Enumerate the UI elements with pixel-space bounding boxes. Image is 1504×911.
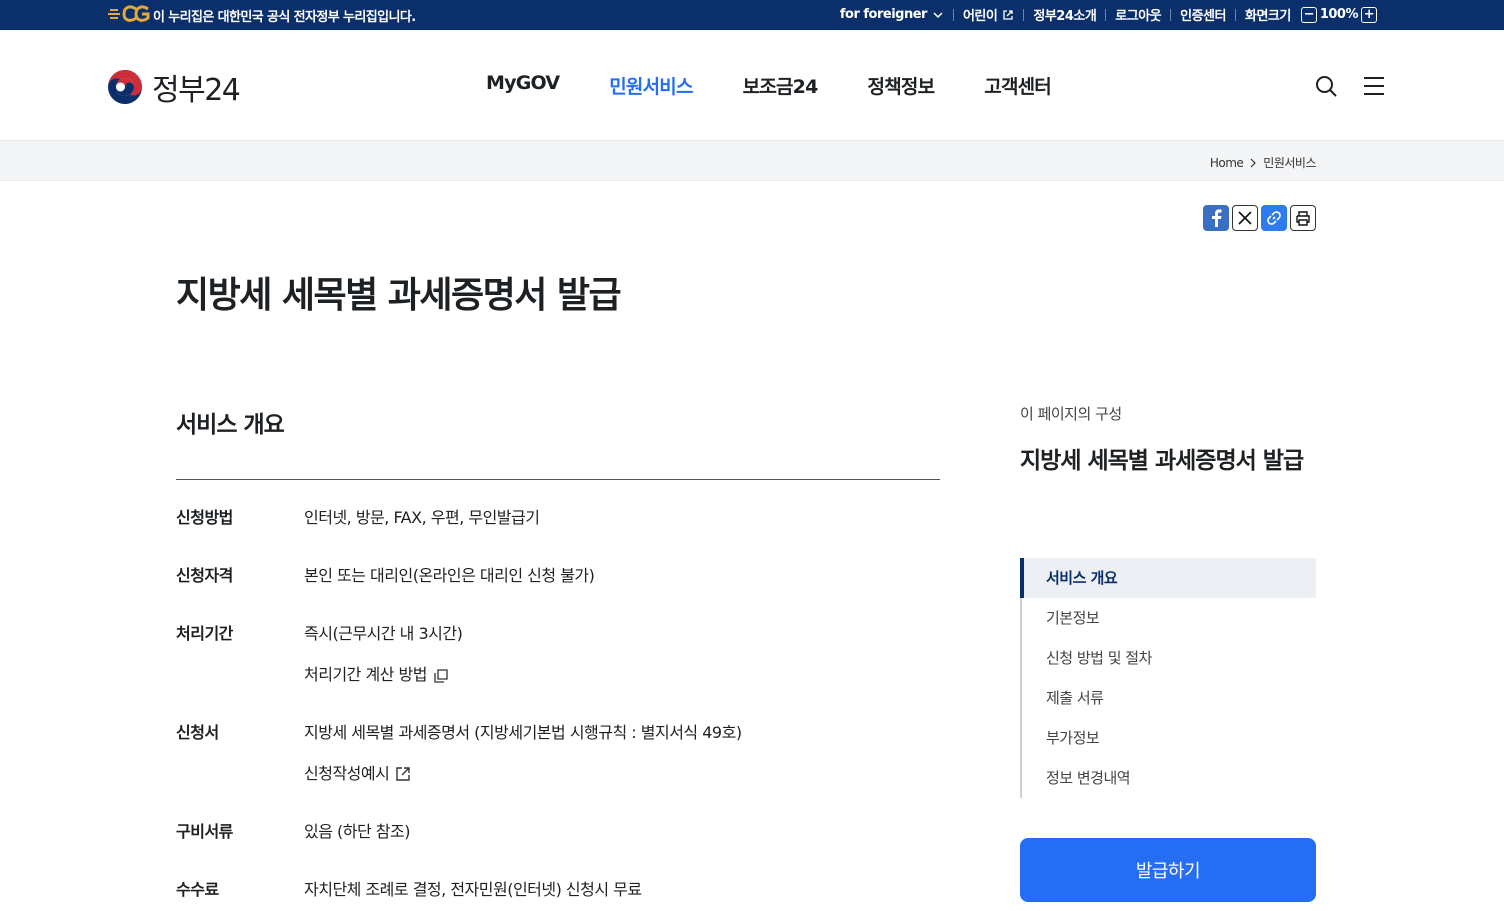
row-value: 자치단체 조례로 결정, 전자민원(인터넷) 신청시 무료 [304, 880, 642, 899]
toc-item-basic-info[interactable]: 기본정보 [1022, 598, 1316, 638]
zoom-control: 화면크기 − 100% + [1236, 5, 1386, 24]
about-link[interactable]: 정부24소개 [1024, 5, 1105, 24]
row-value: 본인 또는 대리인(온라인은 대리인 신청 불가) [304, 566, 595, 585]
copy-link-button[interactable] [1261, 205, 1287, 231]
breadcrumb: Home 민원서비스 [1210, 154, 1317, 171]
nav-civil-services[interactable]: 민원서비스 [609, 72, 693, 99]
page-title: 지방세 세목별 과세증명서 발급 [176, 275, 622, 316]
foreigner-link[interactable]: for foreigner [831, 7, 953, 22]
overview-row: 처리기간 즉시(근무시간 내 3시간) 처리기간 계산 방법 [176, 616, 940, 693]
nav-mygov[interactable]: MyGOV [486, 72, 560, 99]
menu-icon[interactable] [1362, 74, 1386, 98]
copy-popup-icon [434, 669, 448, 683]
row-label: 처리기간 [176, 624, 233, 643]
print-button[interactable] [1290, 205, 1316, 231]
utility-links: for foreigner 어린이 정부24소개 로그아웃 인증센터 화면크기 … [831, 5, 1386, 24]
x-share-button[interactable] [1232, 205, 1258, 231]
cert-center-link[interactable]: 인증센터 [1171, 5, 1235, 24]
nav-customer-center[interactable]: 고객센터 [984, 72, 1052, 99]
share-buttons [1203, 205, 1316, 231]
x-logo-icon [1238, 211, 1252, 225]
zoom-label: 화면크기 [1244, 9, 1291, 24]
site-header: 정부24 MyGOV 민원서비스 보조금24 정책정보 고객센터 [0, 30, 1504, 141]
row-value: 있음 (하단 참조) [304, 822, 410, 841]
overview-row: 구비서류 있음 (하단 참조) [176, 814, 940, 850]
toc-item-additional-info[interactable]: 부가정보 [1022, 718, 1316, 758]
row-value: 지방세 세목별 과세증명서 (지방세기본법 시행규칙 : 별지서식 49호) [304, 723, 742, 742]
toc-item-documents[interactable]: 제출 서류 [1022, 678, 1316, 718]
official-site-notice: 이 누리집은 대한민국 공식 전자정부 누리집입니다. [153, 10, 416, 25]
overview-row: 신청서 지방세 세목별 과세증명서 (지방세기본법 시행규칙 : 별지서식 49… [176, 715, 940, 792]
taegeuk-logo-icon [108, 70, 142, 104]
toc-item-overview[interactable]: 서비스 개요 [1020, 558, 1316, 598]
processing-time-calc-link[interactable]: 처리기간 계산 방법 [304, 657, 940, 693]
toc-title: 지방세 세목별 과세증명서 발급 [1020, 448, 1304, 474]
kids-link[interactable]: 어린이 [954, 5, 1023, 24]
row-label: 신청서 [176, 723, 219, 742]
overview-row: 신청방법 인터넷, 방문, FAX, 우편, 무인발급기 [176, 500, 940, 536]
divider [176, 479, 940, 480]
search-icon[interactable] [1314, 74, 1338, 98]
link-icon [1267, 211, 1281, 225]
row-label: 신청자격 [176, 566, 233, 585]
zoom-out-button[interactable]: − [1300, 6, 1317, 23]
nav-subsidy24[interactable]: 보조금24 [743, 72, 819, 99]
issue-button[interactable]: 발급하기 [1020, 838, 1316, 902]
foreigner-label: for foreigner [839, 7, 928, 22]
overview-row: 신청자격 본인 또는 대리인(온라인은 대리인 신청 불가) [176, 558, 940, 594]
kids-label: 어린이 [962, 9, 998, 24]
breadcrumb-home[interactable]: Home [1210, 156, 1244, 170]
row-label: 신청방법 [176, 508, 233, 527]
facebook-icon [1212, 209, 1222, 227]
toc-list: 서비스 개요 기본정보 신청 방법 및 절차 제출 서류 부가정보 정보 변경내… [1020, 558, 1316, 798]
zoom-value: 100% [1319, 7, 1359, 22]
external-link-icon [396, 767, 411, 781]
row-value: 즉시(근무시간 내 3시간) [304, 624, 463, 643]
toc-item-procedure[interactable]: 신청 방법 및 절차 [1022, 638, 1316, 678]
external-link-icon [1003, 9, 1014, 20]
site-logo[interactable]: 정부24 [106, 65, 241, 109]
printer-icon [1296, 211, 1310, 226]
main-navigation: MyGOV 민원서비스 보조금24 정책정보 고객센터 [486, 72, 1052, 99]
breadcrumb-current[interactable]: 민원서비스 [1263, 154, 1316, 171]
chevron-down-icon [933, 11, 943, 18]
breadcrumb-bar: Home 민원서비스 [0, 141, 1504, 181]
government-notice-bar: 이 누리집은 대한민국 공식 전자정부 누리집입니다. for foreigne… [0, 0, 1504, 30]
nav-policy-info[interactable]: 정책정보 [868, 72, 936, 99]
application-example-link[interactable]: 신청작성예시 [304, 756, 940, 792]
egov-logo-icon [108, 5, 150, 22]
toc-caption: 이 페이지의 구성 [1020, 405, 1122, 423]
section-title-overview: 서비스 개요 [176, 412, 285, 438]
link-label: 처리기간 계산 방법 [304, 665, 427, 684]
logo-text: 정부24 [152, 73, 241, 108]
link-label: 신청작성예시 [304, 764, 390, 783]
toc-item-change-history[interactable]: 정보 변경내역 [1022, 758, 1316, 798]
row-label: 구비서류 [176, 822, 233, 841]
overview-table: 신청방법 인터넷, 방문, FAX, 우편, 무인발급기 신청자격 본인 또는 … [176, 500, 940, 911]
facebook-share-button[interactable] [1203, 205, 1229, 231]
overview-row: 수수료 자치단체 조례로 결정, 전자민원(인터넷) 신청시 무료 [176, 872, 940, 908]
chevron-right-icon [1250, 158, 1257, 167]
row-label: 수수료 [176, 880, 219, 899]
logout-link[interactable]: 로그아웃 [1106, 5, 1170, 24]
row-value: 인터넷, 방문, FAX, 우편, 무인발급기 [304, 508, 540, 527]
zoom-in-button[interactable]: + [1361, 6, 1377, 23]
